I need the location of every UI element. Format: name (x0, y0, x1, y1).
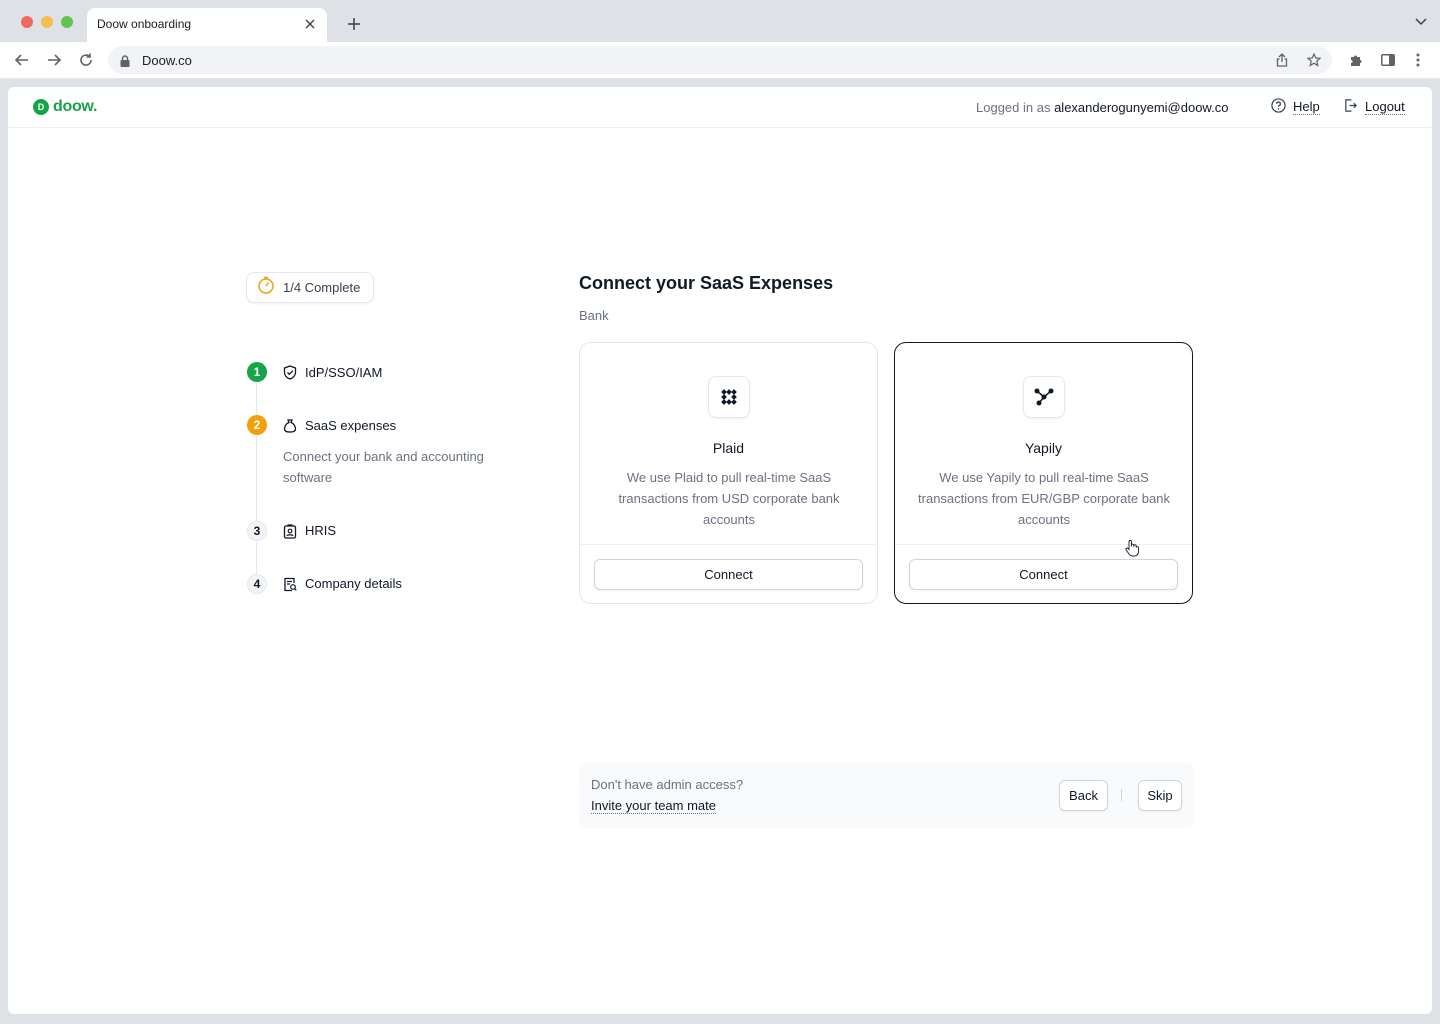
step-number-1: 1 (247, 362, 267, 382)
chevron-down-icon[interactable] (1414, 16, 1428, 28)
browser-toolbar: Doow.co (0, 42, 1440, 79)
plaid-connect-button[interactable]: Connect (594, 559, 863, 590)
card-title: Yapily (1024, 440, 1063, 456)
admin-access-footer: Don't have admin access? Invite your tea… (579, 763, 1194, 828)
browser-tab-strip: Doow onboarding (0, 0, 1440, 42)
plaid-logo-icon (708, 376, 750, 418)
logout-icon (1343, 98, 1358, 116)
yapily-card[interactable]: Yapily We use Yapily to pull real-time S… (894, 342, 1193, 604)
card-description: We use Yapily to pull real-time SaaS tra… (918, 470, 1170, 527)
doow-logo-icon: D (33, 99, 49, 115)
side-panel-icon[interactable] (1380, 52, 1396, 68)
progress-badge: 1/4 Complete (246, 272, 374, 303)
invite-team-mate-link[interactable]: Invite your team mate (591, 798, 716, 814)
step-number-4: 4 (247, 574, 267, 594)
help-circle-icon (1271, 98, 1286, 116)
card-title: Plaid (712, 440, 745, 456)
step-label-company-details[interactable]: Company details (305, 576, 402, 591)
step-connector (256, 435, 257, 523)
app-header: D doow. Logged in as alexanderogunyemi@d… (8, 87, 1432, 128)
help-link[interactable]: Help (1271, 98, 1320, 116)
shield-check-icon (282, 364, 298, 380)
receipt-search-icon (282, 576, 298, 592)
help-label: Help (1293, 99, 1320, 115)
back-arrow-icon[interactable] (13, 51, 31, 69)
page-content: D doow. Logged in as alexanderogunyemi@d… (8, 87, 1432, 1014)
timer-progress-icon (257, 276, 275, 299)
logged-in-email: alexanderogunyemi@doow.co (1054, 100, 1229, 115)
window-close-dot[interactable] (21, 16, 33, 28)
logo-text: doow. (53, 98, 98, 115)
extensions-puzzle-icon[interactable] (1348, 52, 1364, 68)
close-icon[interactable] (301, 15, 319, 33)
reload-icon[interactable] (77, 51, 95, 69)
skip-button[interactable]: Skip (1138, 780, 1182, 811)
logged-in-info: Logged in as alexanderogunyemi@doow.co (976, 100, 1228, 115)
step-label-hris[interactable]: HRIS (305, 523, 336, 538)
address-bar[interactable]: Doow.co (108, 46, 1332, 74)
hand-pointer-cursor-icon (1124, 539, 1140, 557)
star-icon[interactable] (1306, 52, 1322, 68)
window-zoom-dot[interactable] (61, 16, 73, 28)
browser-tab[interactable]: Doow onboarding (87, 8, 327, 42)
doow-logo[interactable]: D doow. (33, 98, 97, 116)
card-description: We use Plaid to pull real-time SaaS tran… (618, 470, 840, 527)
step-label-saas-expenses[interactable]: SaaS expenses (305, 418, 396, 433)
section-subtitle: Bank (579, 308, 609, 323)
card-divider (895, 544, 1192, 545)
logout-link[interactable]: Logout (1343, 98, 1405, 116)
step-label-idp[interactable]: IdP/SSO/IAM (305, 365, 382, 380)
step-number-3: 3 (247, 521, 267, 541)
back-button[interactable]: Back (1059, 780, 1108, 811)
page-title: Connect your SaaS Expenses (579, 273, 834, 293)
step-description: Connect your bank and accounting softwar… (283, 449, 484, 485)
progress-label: 1/4 Complete (283, 280, 361, 295)
money-bag-icon (282, 417, 298, 433)
lock-icon (120, 54, 130, 67)
tab-title: Doow onboarding (97, 17, 192, 31)
admin-access-question: Don't have admin access? (591, 777, 744, 792)
window-minimize-dot[interactable] (41, 16, 53, 28)
share-icon[interactable] (1274, 52, 1290, 68)
logout-label: Logout (1365, 99, 1405, 115)
kebab-menu-icon[interactable] (1410, 52, 1426, 68)
forward-arrow-icon[interactable] (45, 51, 63, 69)
card-divider (580, 544, 877, 545)
id-badge-icon (282, 523, 298, 539)
yapily-logo-icon (1023, 376, 1065, 418)
plaid-card[interactable]: Plaid We use Plaid to pull real-time Saa… (579, 342, 878, 604)
url-text: Doow.co (142, 53, 192, 68)
yapily-connect-button[interactable]: Connect (909, 559, 1178, 590)
button-separator (1121, 789, 1122, 801)
step-number-2: 2 (247, 415, 267, 435)
logged-in-prefix: Logged in as (976, 100, 1051, 115)
plus-icon[interactable] (344, 14, 364, 34)
